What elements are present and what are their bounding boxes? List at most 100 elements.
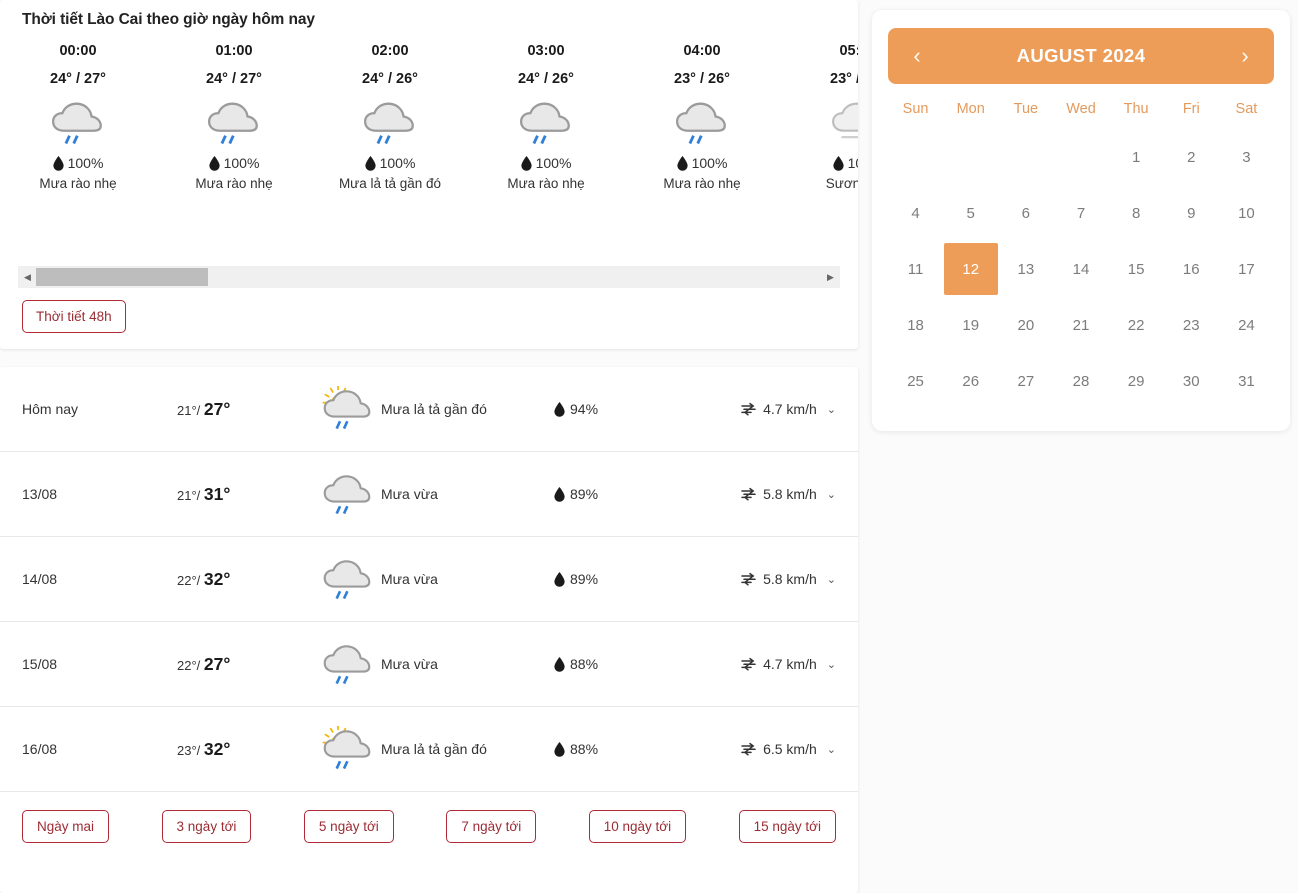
calendar-day[interactable]: 4	[888, 187, 943, 239]
calendar-day[interactable]: 14	[1053, 243, 1108, 295]
range-button-1[interactable]: Ngày mai	[22, 810, 110, 843]
calendar-day[interactable]: 19	[943, 299, 998, 351]
sun-cloud-rain-icon	[322, 726, 371, 770]
moon-cloud-rain-icon	[675, 101, 726, 144]
hour-weather-icon	[359, 91, 421, 153]
calendar-day[interactable]: 24	[1219, 299, 1274, 351]
calendar-day[interactable]: 7	[1053, 187, 1108, 239]
hourly-scrollbar[interactable]: ◀ ▶	[18, 266, 840, 288]
calendar-day[interactable]: 28	[1053, 355, 1108, 407]
moon-cloud-rain-icon	[51, 101, 102, 144]
calendar-day-number: 4	[911, 204, 920, 222]
calendar-day[interactable]: 9	[1164, 187, 1219, 239]
hour-weather-icon	[827, 91, 858, 153]
calendar-day-number: 8	[1131, 204, 1141, 222]
day-date: 16/08	[22, 741, 58, 757]
calendar-weekday-sat: Sat	[1235, 101, 1258, 117]
hourly-scroll-viewport[interactable]: 00:00 24° / 27° 100% Mưa rào nhẹ 01:00 24° /…	[0, 43, 858, 233]
calendar-day[interactable]: 21	[1053, 299, 1108, 351]
calendar-empty-cell	[888, 131, 943, 183]
calendar-day[interactable]: 27	[998, 355, 1053, 407]
weather-page: Thời tiết Lào Cai theo giờ ngày hôm nay …	[0, 0, 1298, 893]
day-wind[interactable]: 6.5 km/h ⌄	[706, 741, 836, 757]
calendar-day[interactable]: 30	[1164, 355, 1219, 407]
calendar-day[interactable]: 10	[1219, 187, 1274, 239]
day-condition: Mưa lả tả gần đó	[317, 726, 546, 771]
calendar-day-number: 31	[1238, 372, 1255, 390]
calendar-day[interactable]: 31	[1219, 355, 1274, 407]
calendar-day[interactable]: 29	[1109, 355, 1164, 407]
range-button-5[interactable]: 10 ngày tới	[588, 810, 687, 843]
table-row[interactable]: 14/08 22°/ 32° Mưa vừa 89% 5.8 km/h ⌄	[0, 537, 858, 622]
chevron-down-icon[interactable]: ⌄	[827, 488, 836, 501]
calendar-day[interactable]: 1	[1109, 131, 1164, 183]
calendar-day-number: 16	[1182, 260, 1200, 278]
humidity-drop-icon	[554, 741, 565, 757]
day-wind[interactable]: 5.8 km/h ⌄	[706, 571, 836, 587]
day-wind[interactable]: 4.7 km/h ⌄	[706, 656, 836, 672]
chevron-down-icon[interactable]: ⌄	[827, 658, 836, 671]
hourly-column: 02:00 24° / 26° 100% Mưa lả tả gần đó	[312, 43, 468, 191]
range-button-3[interactable]: 5 ngày tới	[303, 810, 394, 843]
weather-48h-button[interactable]: Thời tiết 48h	[22, 300, 126, 333]
calendar-day[interactable]: 5	[943, 187, 998, 239]
wind-icon	[741, 657, 756, 671]
calendar-day-selected[interactable]: 12	[943, 243, 998, 295]
hourly-column: 04:00 23° / 26° 100% Mưa rào nhẹ	[624, 43, 780, 191]
daily-rows: Hôm nay 21°/ 27° Mưa lả tả gần đó 94% 4.7 k…	[0, 367, 858, 792]
table-row[interactable]: 13/08 21°/ 31° Mưa vừa 89% 5.8 km/h ⌄	[0, 452, 858, 537]
day-condition: Mưa lả tả gần đó	[317, 386, 546, 431]
calendar-empty-cell	[998, 131, 1053, 183]
calendar-day-number: 2	[1187, 148, 1196, 166]
scrollbar-track[interactable]	[36, 267, 822, 287]
hour-time: 03:00	[527, 43, 565, 59]
calendar-day-number: 19	[962, 316, 980, 334]
range-button-2[interactable]: 3 ngày tới	[161, 810, 252, 843]
calendar-day-number: 15	[1127, 260, 1145, 278]
scroll-right-arrow-icon[interactable]: ▶	[822, 267, 839, 287]
fog-icon	[832, 102, 858, 139]
hourly-column: 00:00 24° / 27° 100% Mưa rào nhẹ	[0, 43, 156, 191]
range-button-4[interactable]: 7 ngày tới	[446, 810, 537, 843]
humidity-drop-icon	[208, 155, 220, 171]
calendar-weekday-wed: Wed	[1066, 101, 1096, 117]
calendar-day[interactable]: 18	[888, 299, 943, 351]
calendar-day[interactable]: 23	[1164, 299, 1219, 351]
calendar-day[interactable]: 11	[888, 243, 943, 295]
scroll-left-arrow-icon[interactable]: ◀	[19, 267, 36, 287]
chevron-down-icon[interactable]: ⌄	[827, 403, 836, 416]
calendar-day-number: 18	[907, 316, 924, 334]
calendar-title: AUGUST 2024	[1016, 45, 1146, 66]
day-weather-icon	[317, 471, 379, 516]
table-row[interactable]: 16/08 23°/ 32° Mưa lả tả gần đó 88% 6.5 km/…	[0, 707, 858, 792]
calendar-day[interactable]: 15	[1109, 243, 1164, 295]
range-button-6[interactable]: 15 ngày tới	[738, 810, 837, 843]
calendar-day[interactable]: 20	[998, 299, 1053, 351]
calendar-day[interactable]: 16	[1164, 243, 1219, 295]
scrollbar-thumb[interactable]	[36, 268, 208, 286]
calendar-day[interactable]: 8	[1109, 187, 1164, 239]
calendar-day-number: 14	[1072, 260, 1090, 278]
hour-time: 04:00	[683, 43, 721, 59]
calendar-day[interactable]: 17	[1219, 243, 1274, 295]
calendar-day[interactable]: 26	[943, 355, 998, 407]
hour-weather-icon	[671, 91, 733, 153]
calendar-day[interactable]: 22	[1109, 299, 1164, 351]
calendar-day[interactable]: 3	[1219, 131, 1274, 183]
chevron-right-icon[interactable]: ›	[1232, 45, 1258, 67]
calendar-day[interactable]: 13	[998, 243, 1053, 295]
table-row[interactable]: Hôm nay 21°/ 27° Mưa lả tả gần đó 94% 4.7 k…	[0, 367, 858, 452]
calendar-day[interactable]: 25	[888, 355, 943, 407]
hour-weather-icon	[47, 91, 109, 153]
humidity-drop-icon	[554, 571, 565, 587]
calendar-day[interactable]: 2	[1164, 131, 1219, 183]
moon-cloud-rain-icon	[363, 101, 414, 144]
table-row[interactable]: 15/08 22°/ 27° Mưa vừa 88% 4.7 km/h ⌄	[0, 622, 858, 707]
day-wind[interactable]: 4.7 km/h ⌄	[706, 401, 836, 417]
chevron-down-icon[interactable]: ⌄	[827, 743, 836, 756]
day-wind[interactable]: 5.8 km/h ⌄	[706, 486, 836, 502]
calendar-day[interactable]: 6	[998, 187, 1053, 239]
hour-humidity: 100%	[520, 155, 571, 171]
chevron-down-icon[interactable]: ⌄	[827, 573, 836, 586]
chevron-left-icon[interactable]: ‹	[904, 45, 930, 67]
